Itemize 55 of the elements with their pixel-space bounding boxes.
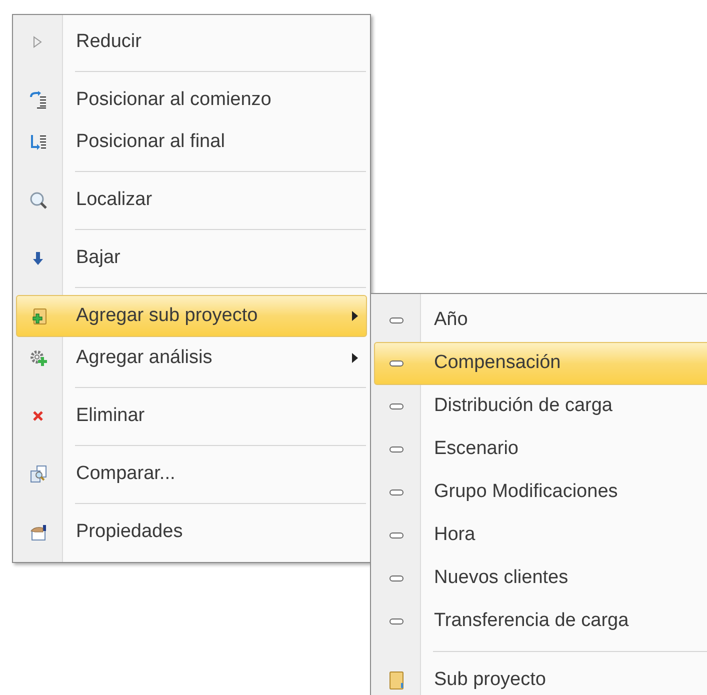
menu-item-label: Agregar análisis [76, 346, 212, 370]
menu-item-label: Bajar [76, 246, 120, 270]
menu-item[interactable]: Hora [374, 514, 707, 557]
menu-item[interactable]: Distribución de carga [374, 385, 707, 428]
menu-item-label: Distribución de carga [434, 394, 612, 418]
menu-item-label: Comparar... [76, 462, 176, 486]
menu-item-label: Transferencia de carga [434, 609, 629, 634]
arrow-list-icon [29, 132, 48, 152]
menu-item[interactable]: Transferencia de carga [374, 600, 707, 643]
menu-item-label: Año [434, 308, 468, 332]
menu-item-label: Sub proyecto [434, 668, 546, 692]
folder-icon [387, 671, 406, 690]
menu-item-label: Escenario [434, 437, 518, 462]
menu-item[interactable]: Posicionar al final [16, 121, 367, 163]
menu-item[interactable]: Compensación [374, 342, 707, 385]
menu-item-label: Agregar sub proyecto [76, 304, 258, 328]
menu-item[interactable]: Escenario [374, 428, 707, 471]
menu-item[interactable]: Reducir [16, 21, 367, 63]
menu-item-label: Hora [434, 523, 476, 548]
menu-item[interactable]: Localizar [16, 179, 367, 221]
menu-item-label: Compensación [434, 351, 561, 376]
gear-plus-icon [29, 348, 48, 368]
menu-item-label: Posicionar al final [76, 130, 225, 154]
tag-icon [389, 618, 404, 625]
tag-icon [389, 489, 404, 496]
tag-icon [389, 532, 404, 539]
menu-item[interactable]: Posicionar al comienzo [16, 79, 367, 121]
tag-icon [389, 317, 404, 324]
arrow-list-icon [29, 90, 48, 110]
menu-item[interactable]: Bajar [16, 237, 367, 279]
menu-item[interactable]: Agregar análisis [16, 337, 367, 379]
menu-item-label: Propiedades [76, 520, 183, 544]
menu-item[interactable]: Año [374, 299, 707, 342]
menu-item[interactable]: Eliminar [16, 395, 367, 437]
hand-card-icon [29, 522, 48, 542]
menu-item[interactable]: Propiedades [16, 511, 367, 553]
menu-item[interactable]: Grupo Modificaciones [374, 471, 707, 514]
submenu-arrow-icon [352, 311, 358, 321]
menu-item-label: Grupo Modificaciones [434, 480, 618, 504]
tag-icon [389, 360, 404, 367]
menu-item-label: Nuevos clientes [434, 566, 568, 590]
search-icon [29, 190, 48, 210]
menu-item-label: Reducir [76, 30, 142, 54]
menu-item-label: Localizar [76, 188, 152, 212]
menu-item-label: Posicionar al comienzo [76, 88, 272, 112]
tag-icon [389, 575, 404, 582]
submenu-arrow-icon [352, 353, 358, 363]
tag-icon [389, 403, 404, 410]
menu-item[interactable]: Nuevos clientes [374, 557, 707, 600]
menu-item-label: Eliminar [76, 404, 145, 428]
menu-item[interactable]: Comparar... [16, 453, 367, 495]
menu-item[interactable]: Agregar sub proyecto [16, 295, 367, 337]
menu-item[interactable]: Sub proyecto [374, 659, 707, 695]
documents-search-icon [29, 464, 48, 484]
tag-icon [389, 446, 404, 453]
